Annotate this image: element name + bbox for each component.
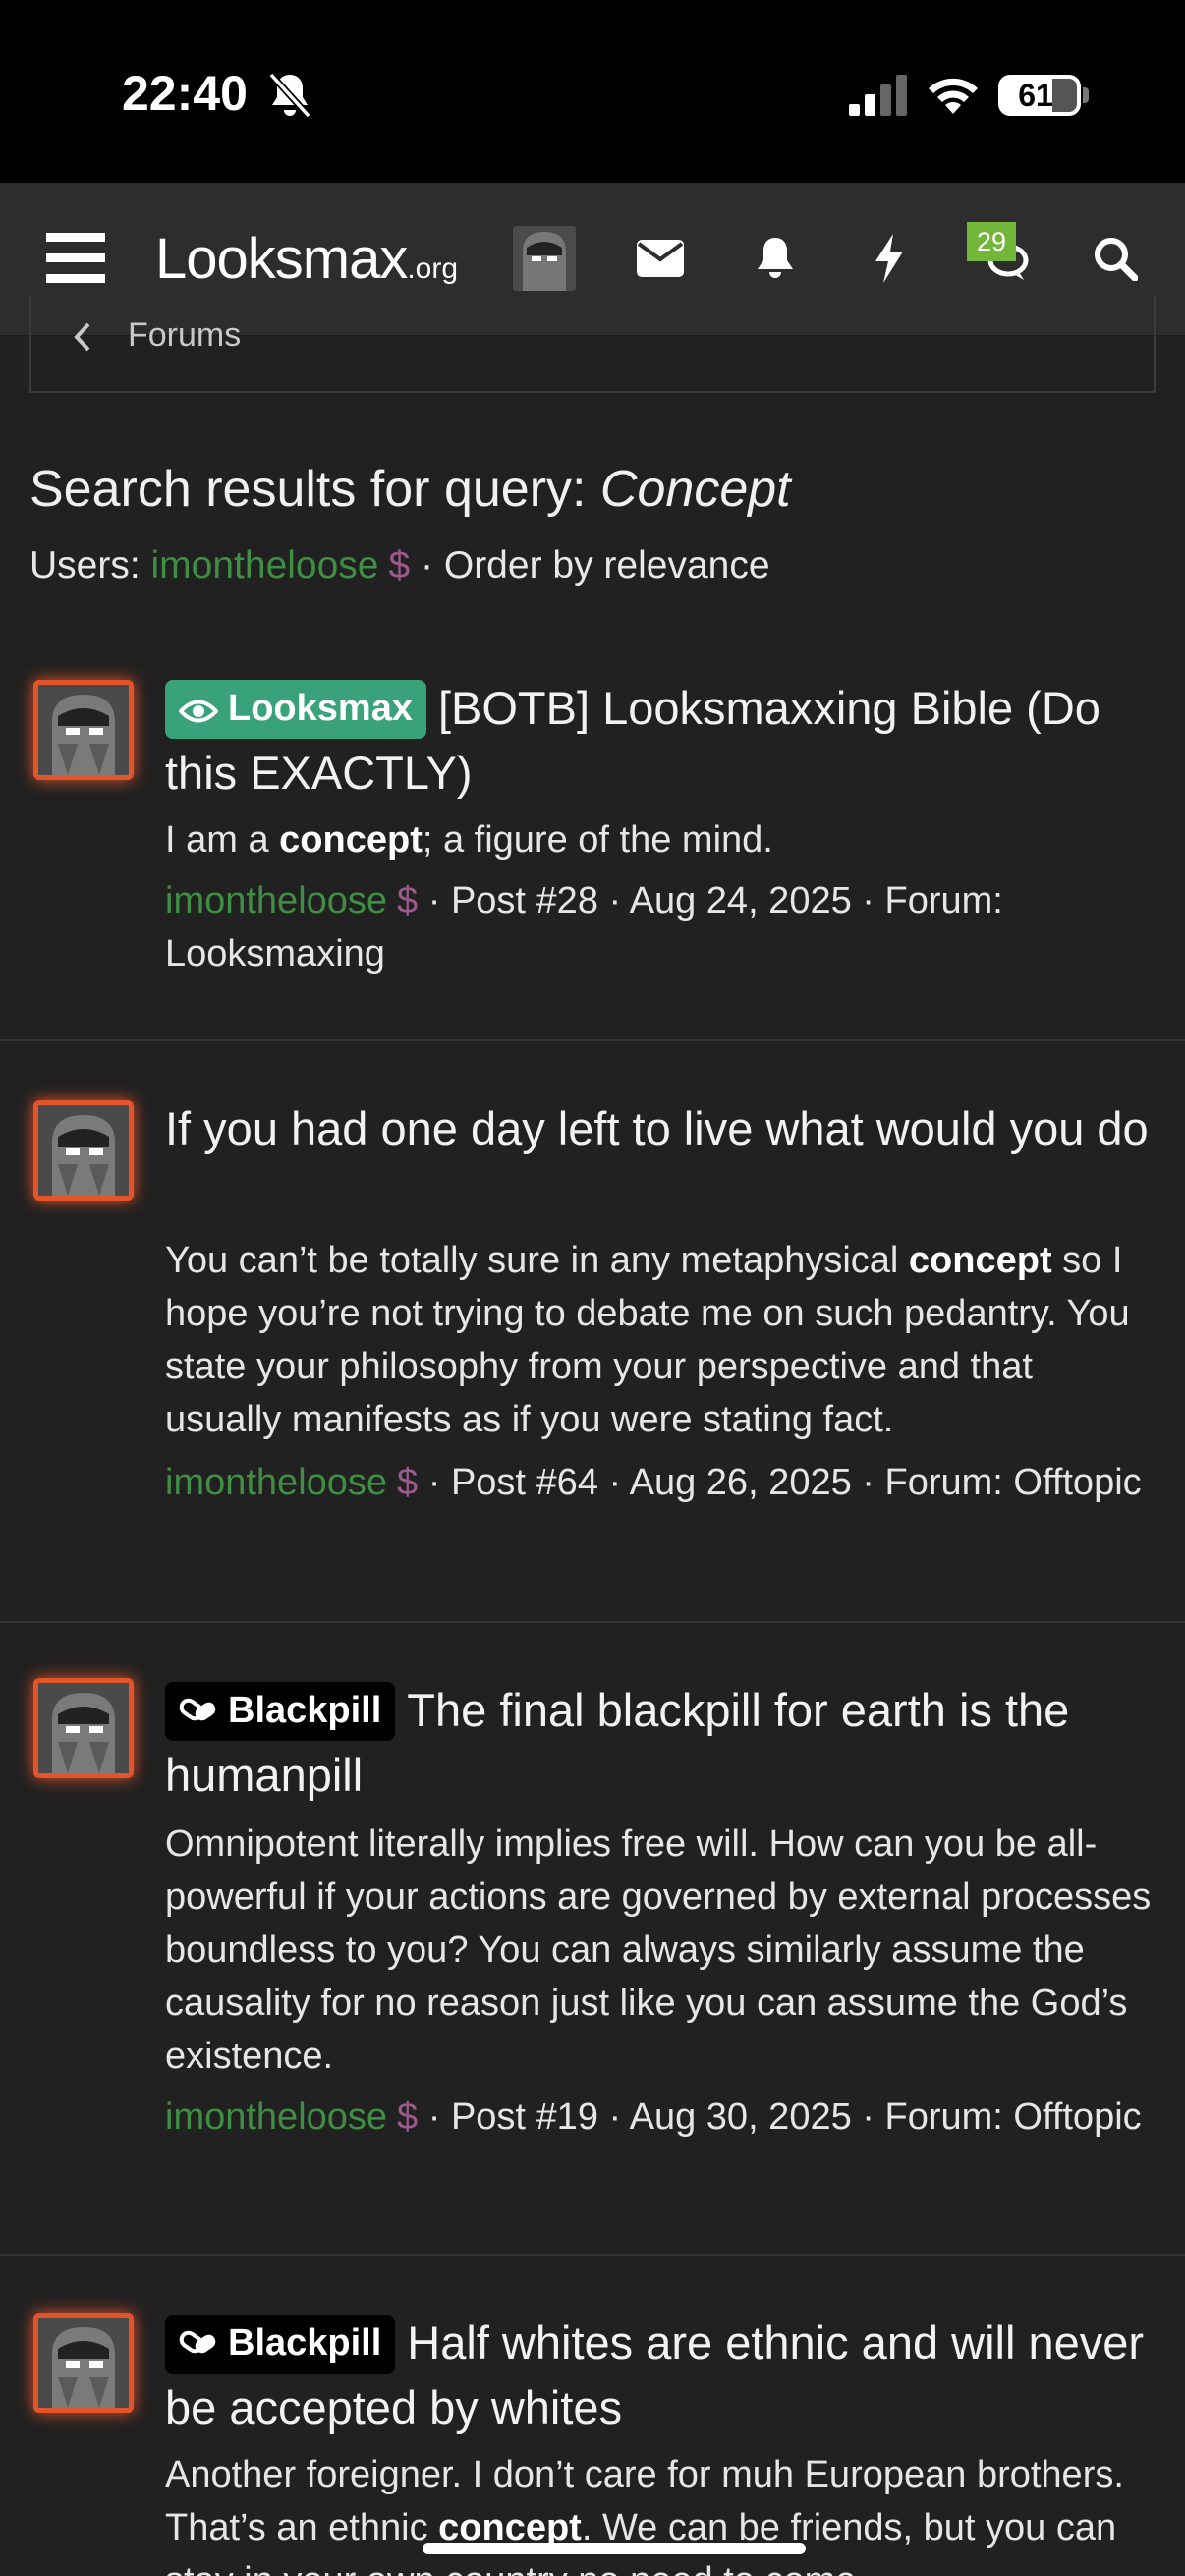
eye-icon [178,700,219,723]
bell-slash-icon [268,72,311,119]
menu-icon[interactable] [41,224,110,293]
author-link[interactable]: imontheloose [165,1462,387,1503]
wifi-icon [929,78,978,114]
author-link[interactable]: imontheloose [165,880,387,922]
result-title[interactable]: Blackpill Half whites are ethnic and will… [165,2311,1157,2440]
status-bar: 22:40 61 [0,0,1185,183]
result-title[interactable]: Looksmax [BOTB] Looksmaxxing Bible (Do th… [165,676,1157,806]
conversations-badge: 29 [967,222,1016,261]
title-text: If you had one day left to live what wou… [165,1102,1149,1154]
dollar-icon: $ [397,2097,419,2138]
search-query: Concept [599,461,791,518]
order-by-link[interactable]: · Order by relevance [410,544,769,587]
battery-nub [1083,87,1089,103]
search-filters: Users: imontheloose $ · Order by relevanc… [29,544,770,588]
snippet-text: I am a [165,819,280,861]
thread-prefix[interactable]: Blackpill [165,1682,396,1741]
search-result: If you had one day left to live what wou… [0,1041,1185,1623]
home-indicator[interactable] [423,2543,806,2554]
status-time: 22:40 [122,66,248,121]
snippet-text: ; a figure of the mind. [422,819,773,861]
thread-prefix[interactable]: Blackpill [165,2315,396,2374]
result-meta: imontheloose $ · Post #28 · Aug 24, 2025 … [165,874,1157,980]
battery-icon: 61 [998,75,1081,116]
prefix-label: Blackpill [228,1690,382,1731]
result-meta: imontheloose $ · Post #19 · Aug 30, 2025 … [165,2091,1157,2144]
result-snippet: You can’t be totally sure in any metaphy… [165,1234,1157,1446]
title-prefix: Search results for query: [29,461,600,518]
envelope-icon[interactable] [626,224,695,293]
result-meta: imontheloose $ · Post #64 · Aug 26, 2025 … [165,1456,1157,1509]
thread-prefix[interactable]: Looksmax [165,680,426,739]
result-snippet: Omnipotent literally implies free will. … [165,1818,1157,2083]
breadcrumb-link[interactable]: Forums [128,316,241,355]
battery-level: 61 [1018,78,1053,113]
result-title[interactable]: If you had one day left to live what wou… [165,1096,1157,1161]
signal-icon [849,75,907,116]
avatar[interactable] [33,1678,134,1778]
avatar[interactable] [33,680,134,780]
prefix-label: Looksmax [228,688,413,729]
author-link[interactable]: imontheloose [165,2097,387,2138]
snippet-highlight: concept [279,819,423,861]
result-snippet: Another foreigner. I don’t care for muh … [165,2448,1157,2576]
search-icon[interactable] [1081,224,1150,293]
bell-icon[interactable] [741,224,810,293]
snippet-text: Omnipotent literally implies free will. … [165,1823,1152,2077]
page-title: Search results for query: Concept [29,460,791,519]
dollar-icon: $ [388,544,411,587]
search-result: Blackpill The final blackpill for earth i… [0,1623,1185,2256]
avatar[interactable] [33,2313,134,2413]
snippet-highlight: concept [908,1240,1052,1281]
dollar-icon: $ [397,880,419,922]
pill-icon [179,2330,216,2354]
meta-text: · Post #19 · Aug 30, 2025 · Forum: Offto… [418,2097,1142,2138]
search-result: Looksmax [BOTB] Looksmaxxing Bible (Do th… [0,641,1185,1041]
result-title[interactable]: Blackpill The final blackpill for earth i… [165,1678,1157,1808]
search-result: Blackpill Half whites are ethnic and will… [0,2256,1185,2576]
logo-suffix: .org [407,252,459,285]
chevron-left-icon[interactable] [71,322,94,352]
avatar[interactable] [513,226,576,291]
users-label: Users: [29,544,151,587]
dollar-icon: $ [397,1462,419,1503]
snippet-text: You can’t be totally sure in any metaphy… [165,1240,909,1281]
pill-icon [179,1698,216,1721]
avatar[interactable] [33,1100,134,1201]
bolt-icon[interactable] [855,224,924,293]
site-logo[interactable]: Looksmax.org [155,226,458,292]
result-snippet: I am a concept; a figure of the mind. [165,813,1157,867]
logo-text: Looksmax [155,227,408,291]
username-link[interactable]: imontheloose [151,544,379,587]
meta-text: · Post #64 · Aug 26, 2025 · Forum: Offto… [418,1462,1142,1503]
prefix-label: Blackpill [228,2323,382,2364]
